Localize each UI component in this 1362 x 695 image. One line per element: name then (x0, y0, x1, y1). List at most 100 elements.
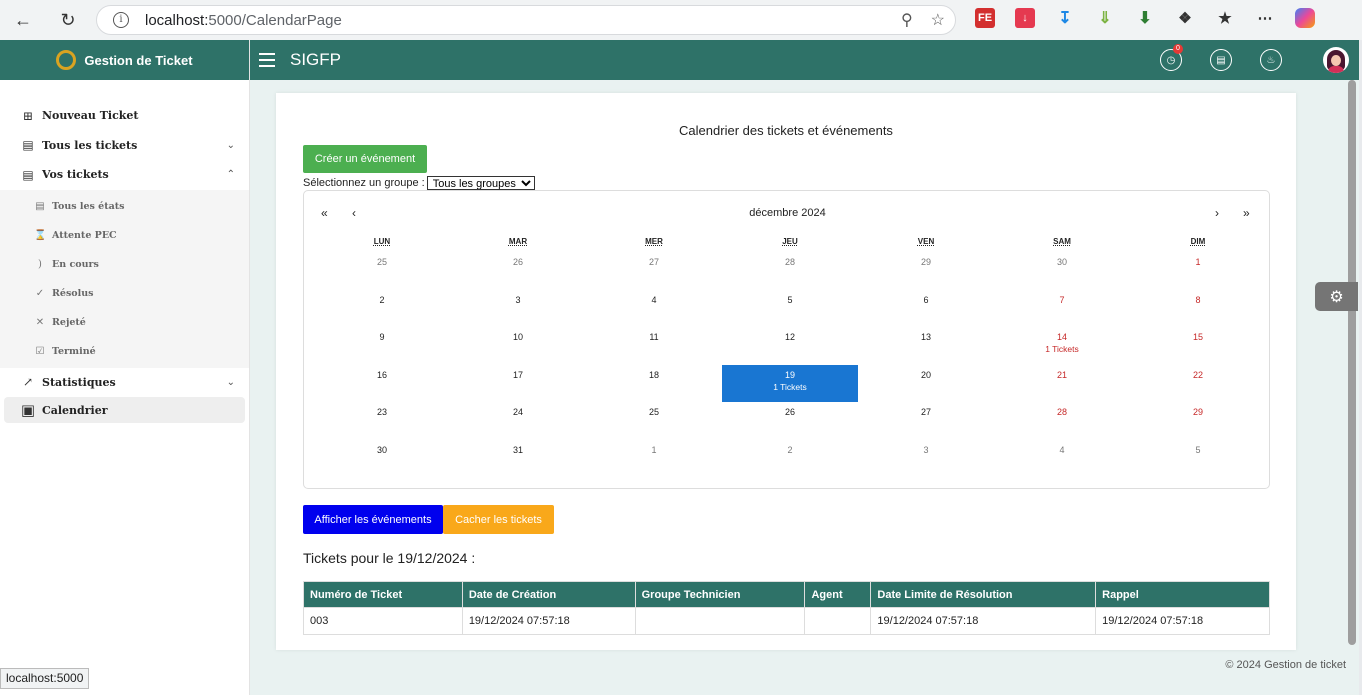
extension-download-blue-icon[interactable]: ↧ (1055, 8, 1075, 28)
extensions-puzzle-icon[interactable]: ❖ (1175, 8, 1195, 28)
next-month-button[interactable]: › (1215, 206, 1219, 220)
add-box-icon: ⊞ (22, 108, 34, 123)
sidebar-subitem-tous-les-etats[interactable]: ▤ Tous les états (0, 192, 249, 221)
page-scrollbar[interactable] (1345, 80, 1359, 655)
sidebar: Gestion de Ticket ⊞ Nouveau Ticket ▤ Tou… (0, 40, 250, 695)
group-select[interactable]: Tous les groupes (426, 176, 535, 190)
sidebar-item-nouveau-ticket[interactable]: ⊞ Nouveau Ticket (0, 101, 249, 131)
calendar-day[interactable]: 8 (1130, 290, 1266, 328)
reload-icon[interactable]: ↻ (53, 5, 83, 35)
sidebar-subitem-rejete[interactable]: ✕ Rejeté (0, 308, 249, 337)
next-year-button[interactable]: » (1243, 206, 1250, 220)
sidebar-item-label: Calendrier (42, 403, 108, 417)
day-number: 2 (787, 444, 793, 455)
settings-gear-icon[interactable]: ⚙ (1315, 282, 1358, 311)
calendar-day[interactable]: 2 (314, 290, 450, 328)
history-icon[interactable]: ◷ 0 (1160, 44, 1183, 71)
calendar-day[interactable]: 10 (450, 327, 586, 365)
calendar-day[interactable]: 14 1 Tickets (994, 327, 1130, 365)
sidebar-item-vos-tickets[interactable]: ▤ Vos tickets ⌃ (0, 160, 249, 190)
calendar-day[interactable]: 20 (858, 365, 994, 403)
calendar-day[interactable]: 26 (722, 402, 858, 440)
brand-title: Gestion de Ticket (84, 52, 193, 68)
calendar-day[interactable]: 29 (858, 252, 994, 290)
calendar-day[interactable]: 30 (314, 440, 450, 478)
calendar-day[interactable]: 29 (1130, 402, 1266, 440)
star-icon[interactable]: ☆ (931, 10, 945, 30)
calendar-day[interactable]: 31 (450, 440, 586, 478)
extension-download-red-icon[interactable]: ↓ (1015, 8, 1035, 28)
table-row[interactable]: 003 19/12/2024 07:57:18 19/12/2024 07:57:1… (303, 607, 1270, 635)
sidebar-item-statistiques[interactable]: ↗ Statistiques ⌄ (0, 368, 249, 398)
calendar-day[interactable]: 28 (994, 402, 1130, 440)
back-icon[interactable]: ← (8, 5, 38, 35)
day-number: 10 (512, 332, 523, 342)
calendar-week: 9 10 11 12 13 14 1 Tickets 15 (314, 327, 1266, 365)
calendar-day[interactable]: 28 (722, 252, 858, 290)
ticket-shortcut-icon[interactable]: ▤ (1210, 49, 1232, 71)
address-bar[interactable]: i localhost:5000/CalendarPage ⚲ ☆ (96, 5, 956, 35)
calendar-day[interactable]: 13 (858, 327, 994, 365)
favorites-icon[interactable]: ★ (1215, 8, 1235, 28)
calendar-day[interactable]: 5 (1130, 440, 1266, 478)
calendar-day[interactable]: 22 (1130, 365, 1266, 403)
avatar[interactable] (1323, 47, 1349, 73)
day-number: 1 (651, 444, 657, 455)
bell-icon[interactable]: ♨ (1260, 49, 1282, 71)
extension-download-green-icon[interactable]: ⇓ (1095, 8, 1115, 28)
day-number: 28 (784, 257, 795, 267)
sidebar-subitem-en-cours[interactable]: ) En cours (0, 250, 249, 279)
calendar-day[interactable]: 30 (994, 252, 1130, 290)
calendar-day[interactable]: 3 (450, 290, 586, 328)
calendar-day[interactable]: 7 (994, 290, 1130, 328)
table-header-cell: Agent (804, 581, 872, 608)
calendar-day[interactable]: 6 (858, 290, 994, 328)
zoom-icon[interactable]: ⚲ (901, 10, 913, 30)
calendar-day[interactable]: 11 (586, 327, 722, 365)
extension-download-dark-icon[interactable]: ⬇ (1135, 8, 1155, 28)
calendar-day[interactable]: 3 (858, 440, 994, 478)
calendar-day-selected[interactable]: 19 1 Tickets (722, 364, 858, 402)
table-header-cell: Rappel (1095, 581, 1270, 608)
extension-fe-icon[interactable]: FE (975, 8, 995, 28)
sidebar-item-tous-les-tickets[interactable]: ▤ Tous les tickets ⌄ (0, 131, 249, 161)
site-info-icon[interactable]: i (113, 12, 129, 28)
browser-toolbar: ← ↻ i localhost:5000/CalendarPage ⚲ ☆ FE… (0, 0, 1362, 40)
group-filter-label: Sélectionnez un groupe : (303, 177, 425, 189)
sidebar-brand[interactable]: Gestion de Ticket (0, 40, 249, 80)
calendar-day[interactable]: 24 (450, 402, 586, 440)
calendar-day[interactable]: 15 (1130, 327, 1266, 365)
calendar-day[interactable]: 5 (722, 290, 858, 328)
sidebar-subitem-termine[interactable]: ☑ Terminé (0, 337, 249, 366)
calendar-day[interactable]: 26 (450, 252, 586, 290)
calendar-month-label[interactable]: décembre 2024 (304, 207, 1271, 219)
calendar-day[interactable]: 25 (586, 402, 722, 440)
copilot-icon[interactable] (1295, 8, 1315, 28)
more-icon[interactable]: ⋯ (1255, 8, 1275, 28)
calendar-day[interactable]: 12 (722, 327, 858, 365)
day-number: 5 (787, 294, 793, 305)
calendar-day[interactable]: 4 (994, 440, 1130, 478)
show-events-button[interactable]: Afficher les événements (303, 505, 443, 534)
menu-toggle-icon[interactable] (259, 53, 275, 67)
app-header: SIGFP ◷ 0 ▤ ♨ (250, 40, 1359, 80)
sidebar-subitem-resolus[interactable]: ✓ Résolus (0, 279, 249, 308)
calendar-day[interactable]: 27 (858, 402, 994, 440)
calendar-day[interactable]: 2 (722, 440, 858, 478)
calendar-day[interactable]: 23 (314, 402, 450, 440)
sidebar-item-calendrier[interactable]: ▣ Calendrier (4, 397, 245, 423)
calendar-day[interactable]: 1 (586, 440, 722, 478)
hide-tickets-button[interactable]: Cacher les tickets (443, 505, 554, 534)
calendar-day[interactable]: 17 (450, 365, 586, 403)
calendar-day[interactable]: 9 (314, 327, 450, 365)
create-event-button[interactable]: Créer un événement (303, 145, 427, 173)
calendar-day[interactable]: 16 (314, 365, 450, 403)
calendar-day[interactable]: 27 (586, 252, 722, 290)
day-number: 2 (379, 294, 385, 305)
calendar-day[interactable]: 4 (586, 290, 722, 328)
calendar-day[interactable]: 1 (1130, 252, 1266, 290)
calendar-day[interactable]: 25 (314, 252, 450, 290)
calendar-day[interactable]: 21 (994, 365, 1130, 403)
calendar-day[interactable]: 18 (586, 365, 722, 403)
sidebar-subitem-attente-pec[interactable]: ⌛ Attente PEC (0, 221, 249, 250)
